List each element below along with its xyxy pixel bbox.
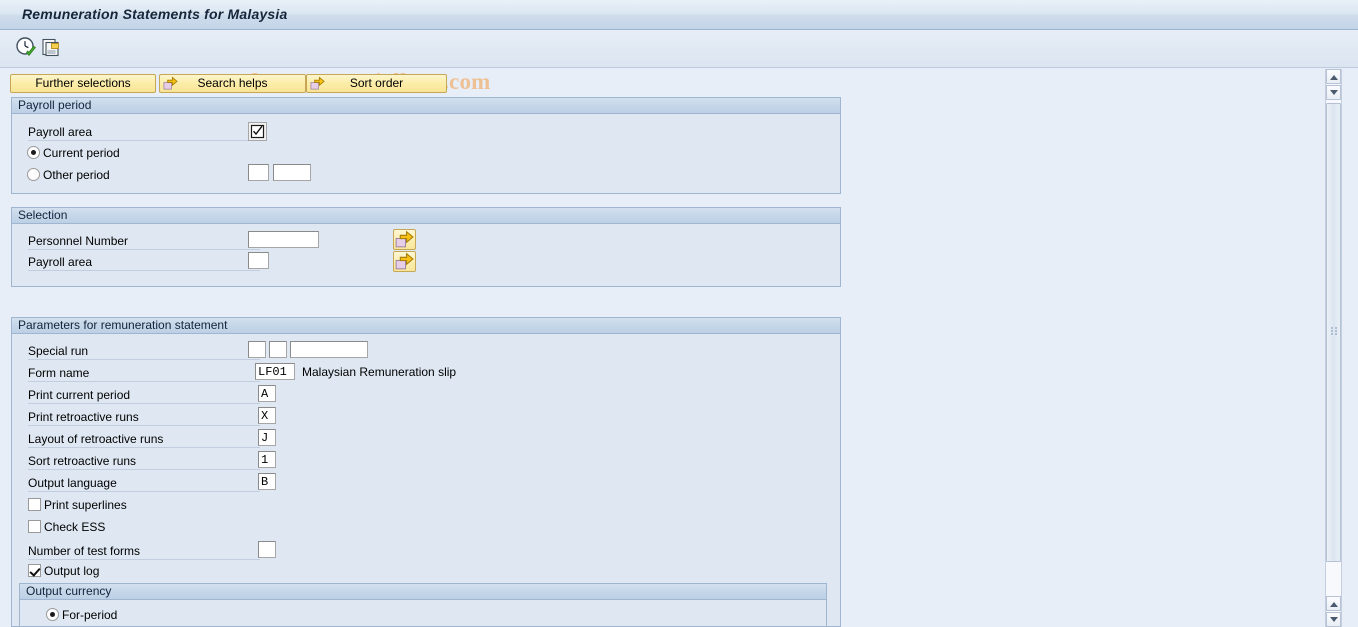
radio-other-period[interactable] [27, 168, 40, 181]
payroll-area-multi-select-button[interactable] [393, 251, 416, 272]
clock-check-icon[interactable] [14, 35, 40, 61]
number-of-test-forms-input[interactable] [258, 541, 276, 558]
group-parameters-title: Parameters for remuneration statement [12, 318, 840, 334]
sort-retroactive-runs-label: Sort retroactive runs [28, 452, 260, 470]
output-log-label[interactable]: Output log [44, 564, 99, 579]
sap-selection-screen: Remuneration Statements for Malaysia © w… [0, 0, 1358, 627]
special-run-label: Special run [28, 342, 260, 360]
form-name-description: Malaysian Remuneration slip [302, 365, 457, 379]
arrow-right-icon [163, 76, 178, 91]
special-run-input-1[interactable] [248, 341, 266, 358]
print-superlines-checkbox[interactable] [28, 498, 41, 511]
selection-payroll-area-label: Payroll area [28, 253, 260, 271]
sort-retroactive-runs-input[interactable] [258, 451, 276, 468]
chevron-up-icon [1330, 602, 1338, 607]
chevron-down-icon [1330, 617, 1338, 622]
radio-other-period-label[interactable]: Other period [43, 168, 110, 183]
output-language-label: Output language [28, 474, 260, 492]
scrollbar-grip-icon [1331, 327, 1338, 336]
selection-button-row: Further selections Search helps Sort ord… [0, 69, 1358, 93]
personnel-number-input[interactable] [248, 231, 319, 248]
personnel-number-multi-select-button[interactable] [393, 229, 416, 250]
vertical-scrollbar[interactable] [1325, 69, 1342, 627]
layout-retroactive-runs-label: Layout of retroactive runs [28, 430, 260, 448]
check-ess-checkbox[interactable] [28, 520, 41, 533]
check-ess-label[interactable]: Check ESS [44, 520, 105, 535]
group-parameters: Parameters for remuneration statement Sp… [11, 317, 841, 627]
form-name-input[interactable] [255, 363, 295, 380]
scroll-right-gutter [1341, 69, 1358, 627]
further-selections-button[interactable]: Further selections [10, 74, 156, 93]
output-log-checkbox[interactable] [28, 564, 41, 577]
scroll-down-button[interactable] [1326, 612, 1341, 627]
payroll-area-label: Payroll area [28, 123, 260, 141]
scroll-down-button-top[interactable] [1326, 85, 1341, 100]
print-retroactive-runs-label: Print retroactive runs [28, 408, 260, 426]
special-run-input-2[interactable] [269, 341, 287, 358]
print-current-period-input[interactable] [258, 385, 276, 402]
other-period-field-2[interactable] [273, 164, 311, 181]
personnel-number-label: Personnel Number [28, 232, 260, 250]
number-of-test-forms-label: Number of test forms [28, 542, 260, 560]
arrow-right-icon [310, 76, 325, 91]
print-retroactive-runs-input[interactable] [258, 407, 276, 424]
payroll-area-checkbox-button[interactable] [248, 122, 267, 141]
application-toolbar: © www.tutorialkart.com [0, 31, 1358, 94]
group-output-currency: Output currency For-period [19, 583, 827, 627]
scroll-up-button[interactable] [1326, 69, 1341, 84]
group-payroll-period-title: Payroll period [12, 98, 840, 114]
group-output-currency-title: Output currency [20, 584, 826, 600]
search-helps-label: Search helps [197, 76, 268, 90]
print-superlines-label[interactable]: Print superlines [44, 498, 127, 513]
selection-payroll-area-input[interactable] [248, 252, 269, 269]
sort-order-button[interactable]: Sort order [306, 74, 447, 93]
window-titlebar: Remuneration Statements for Malaysia [0, 0, 1358, 30]
group-selection-title: Selection [12, 208, 840, 224]
copy-document-icon[interactable] [40, 35, 66, 61]
radio-current-period-label[interactable]: Current period [43, 146, 120, 161]
chevron-up-icon [1330, 75, 1338, 80]
output-language-input[interactable] [258, 473, 276, 490]
search-helps-button[interactable]: Search helps [159, 74, 306, 93]
chevron-down-icon [1330, 90, 1338, 95]
radio-for-period[interactable] [46, 608, 59, 621]
further-selections-label: Further selections [35, 76, 131, 90]
page-title: Remuneration Statements for Malaysia [22, 6, 288, 22]
print-current-period-label: Print current period [28, 386, 260, 404]
sort-order-label: Sort order [349, 76, 404, 90]
special-run-input-3[interactable] [290, 341, 368, 358]
layout-retroactive-runs-input[interactable] [258, 429, 276, 446]
scrollbar-thumb[interactable] [1326, 103, 1341, 562]
radio-current-period[interactable] [27, 146, 40, 159]
group-payroll-period: Payroll period Payroll area Current peri… [11, 97, 841, 194]
radio-for-period-label[interactable]: For-period [62, 608, 117, 623]
other-period-field-1[interactable] [248, 164, 269, 181]
scroll-up-button-bottom[interactable] [1326, 596, 1341, 611]
form-name-label: Form name [28, 364, 260, 382]
group-selection: Selection Personnel Number Payroll area [11, 207, 841, 287]
